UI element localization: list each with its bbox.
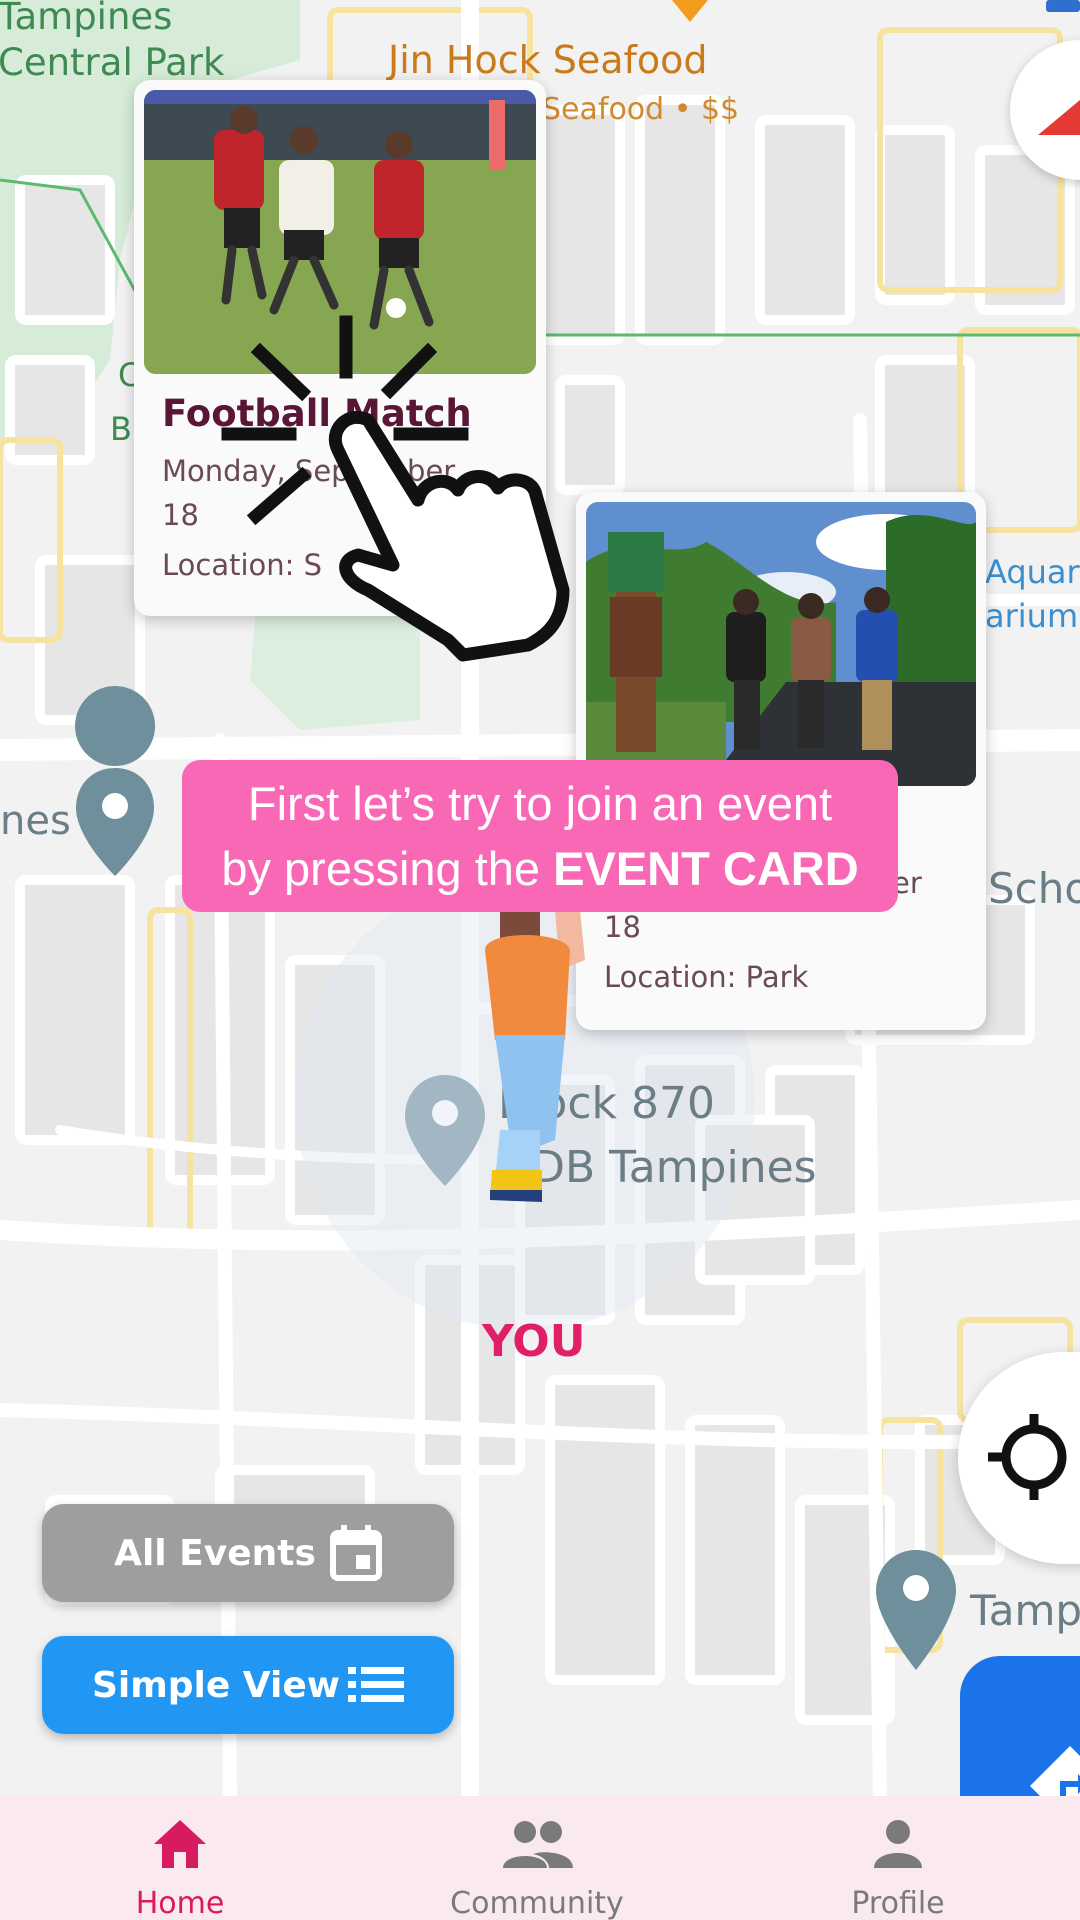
bottom-navigation: Home Community Profile — [0, 1796, 1080, 1920]
user-avatar — [485, 895, 585, 1202]
tutorial-line-2-prefix: by pressing the — [221, 842, 554, 895]
pointing-hand-icon — [221, 315, 570, 662]
simple-view-label: Simple View — [91, 1664, 341, 1706]
map-label-right-bottom: Tamp — [970, 1586, 1080, 1635]
nav-profile[interactable]: Profile — [718, 1796, 1078, 1920]
tutorial-line-2-bold: EVENT CARD — [553, 842, 859, 895]
all-events-button[interactable]: All Events — [42, 1504, 454, 1602]
app-screen: Tampines Central Park Jin Hock Seafood S… — [0, 0, 1080, 1920]
map-label-aquarium: Aquar arium — [985, 553, 1080, 635]
people-icon — [503, 1821, 573, 1868]
event-day: 18 — [162, 498, 199, 532]
map-label-park: Tampines Central Park — [0, 0, 225, 84]
tutorial-line-1: First let’s try to join an event — [247, 777, 833, 830]
tutorial-tooltip: First let’s try to join an event by pres… — [182, 760, 898, 912]
nav-home-label: Home — [135, 1886, 225, 1920]
you-label: YOU — [482, 1316, 586, 1367]
nav-community[interactable]: Community — [357, 1796, 717, 1920]
nav-home[interactable]: Home — [0, 1796, 360, 1920]
map-label-left: nes — [0, 798, 71, 844]
event-location: Location: Park — [604, 960, 809, 994]
event-photo — [586, 502, 976, 786]
all-events-label: All Events — [114, 1532, 316, 1574]
nav-community-label: Community — [450, 1886, 624, 1920]
map-label-restaurant: Jin Hock Seafood — [388, 38, 708, 82]
person-icon — [874, 1820, 922, 1868]
compass-arrow-icon — [1038, 100, 1080, 135]
simple-view-button[interactable]: Simple View — [42, 1636, 454, 1734]
crosshair-icon — [988, 1414, 1067, 1500]
calendar-icon — [329, 1525, 382, 1581]
home-icon — [154, 1820, 206, 1868]
map-label-b: B — [110, 410, 132, 448]
tutorial-line-2: by pressing the EVENT CARD — [182, 836, 898, 901]
map-label-restaurant-sub: Seafood • $$ — [542, 92, 740, 127]
nav-profile-label: Profile — [851, 1886, 945, 1920]
list-icon — [348, 1667, 405, 1702]
map-label-school: Scho — [988, 864, 1080, 913]
